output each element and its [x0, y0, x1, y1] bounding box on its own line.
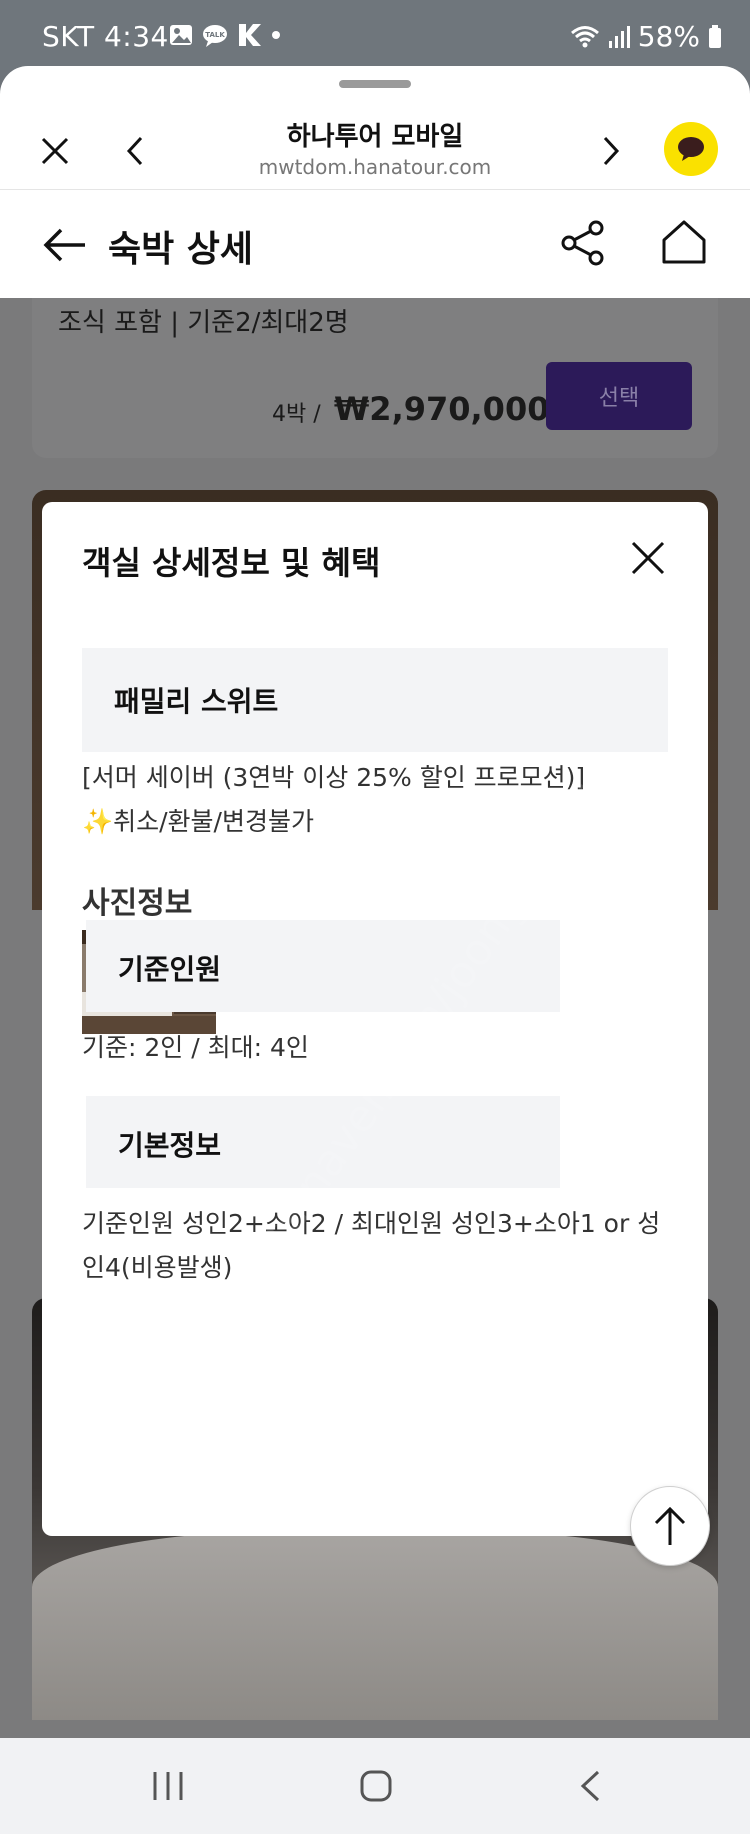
room-detail-modal: 객실 상세정보 및 혜택 패밀리 스위트 [서머 세이버 (3연박 이상 25%… [42, 502, 708, 1536]
system-nav-bar [0, 1738, 750, 1834]
k-icon [239, 24, 261, 46]
page-title: 숙박 상세 [108, 229, 254, 270]
home-square-icon [360, 1770, 392, 1802]
dot-icon [272, 31, 280, 39]
modal-title: 객실 상세정보 및 혜택 [82, 544, 381, 582]
room-name: 패밀리 스위트 [114, 685, 279, 718]
back-button[interactable] [40, 220, 90, 270]
sheet-grabber[interactable] [339, 80, 411, 88]
room-card-nights: 4박 / [272, 402, 321, 427]
talk-icon: TALK [203, 25, 227, 47]
recents-button[interactable] [140, 1760, 196, 1812]
arrow-left-icon [43, 228, 85, 262]
share-icon [561, 220, 604, 266]
browser-forward-button[interactable] [586, 126, 636, 176]
back-nav-button[interactable] [562, 1760, 618, 1812]
promo-line-1: [서머 세이버 (3연박 이상 25% 할인 프로모션)] [82, 763, 586, 792]
recents-icon [153, 1772, 183, 1800]
basic-info-label: 기본정보 [118, 1129, 222, 1162]
home-nav-button[interactable] [348, 1760, 404, 1812]
room-card-desc: 조식 포함 | 기준2/최대2명 [58, 308, 349, 338]
gallery-icon [170, 25, 192, 45]
back-chevron-icon [580, 1770, 600, 1802]
browser-url: mwtdom.hanatour.com [258, 155, 492, 179]
photo-section-title: 사진정보 [82, 886, 193, 921]
select-button[interactable]: 선택 [546, 362, 692, 430]
home-button[interactable] [656, 214, 712, 270]
kakao-chat-button[interactable] [664, 122, 718, 176]
status-time: SKT 4:34 [42, 20, 169, 53]
capacity-label: 기준인원 [118, 953, 222, 986]
browser-header: 하나투어 모바일 mwtdom.hanatour.com [0, 66, 750, 190]
chevron-right-icon [603, 136, 620, 166]
status-right: 58% [570, 20, 722, 53]
status-notification-icons: TALK [168, 22, 282, 48]
room-card-price: ₩2,970,000 [334, 390, 550, 428]
share-button[interactable] [556, 216, 610, 270]
capacity-text: 기준: 2인 / 최대: 4인 [82, 1033, 309, 1062]
basic-info-text: 기준인원 성인2+소아2 / 최대인원 성인3+소아1 or 성인4(비용발생) [82, 1209, 661, 1282]
arrow-up-icon [654, 1506, 686, 1545]
battery-percent: 58% [637, 20, 700, 53]
scroll-top-button[interactable] [630, 1486, 710, 1566]
promo-line-2: ✨취소/환불/변경불가 [82, 807, 314, 836]
browser-title: 하나투어 모바일 [286, 122, 464, 152]
svg-text:TALK: TALK [205, 31, 225, 39]
room-photo-bed [32, 1530, 718, 1720]
home-icon [662, 220, 706, 264]
status-bar: SKT 4:34 TALK 58% [0, 0, 750, 70]
app-header: 숙박 상세 [0, 190, 750, 298]
wifi-icon [570, 25, 599, 47]
room-card: 조식 포함 | 기준2/최대2명 4박 / ₩2,970,000 선택 [32, 298, 718, 458]
modal-close-button[interactable] [622, 532, 674, 584]
room-name-box: 패밀리 스위트 [82, 648, 668, 752]
battery-icon [709, 24, 721, 48]
close-icon [631, 541, 665, 575]
chat-bubble-icon [678, 137, 704, 161]
signal-icon [608, 25, 630, 48]
